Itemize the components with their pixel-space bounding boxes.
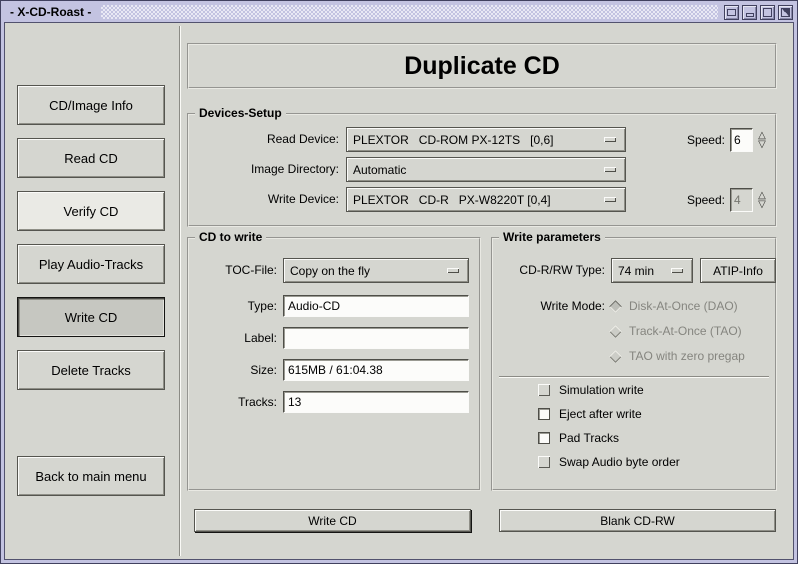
maximize-icon [763, 8, 772, 17]
write-device-value: PLEXTOR CD-R PX-W8220T [0,4] [347, 193, 551, 207]
write-device-label: Write Device: [189, 187, 339, 212]
main-content: CD/Image Info Read CD Verify CD Play Aud… [4, 22, 794, 560]
atip-info-button[interactable]: ATIP-Info [700, 258, 776, 283]
cdrw-type-value: 74 min [612, 264, 654, 278]
back-to-main-menu-button[interactable]: Back to main menu [17, 456, 165, 496]
checkbox-label: Simulation write [559, 383, 644, 397]
size-input[interactable] [283, 359, 469, 381]
sidebar-item-read-cd[interactable]: Read CD [17, 138, 165, 178]
checkbox-eject-after-write[interactable]: Eject after write [538, 407, 642, 421]
radio-label: Track-At-Once (TAO) [629, 324, 742, 338]
checkbox-simulation-write[interactable]: Simulation write [538, 383, 644, 397]
option-menu-indicator-icon [447, 268, 459, 273]
spin-down-icon[interactable]: ▽ [755, 200, 769, 209]
shade-button[interactable] [778, 5, 793, 20]
image-directory-value: Automatic [347, 163, 406, 177]
read-speed-label: Speed: [687, 133, 725, 147]
checkbox-label: Eject after write [559, 407, 642, 421]
sidebar-item-delete-tracks[interactable]: Delete Tracks [17, 350, 165, 390]
checkbox-label: Swap Audio byte order [559, 455, 680, 469]
write-speed-group: Speed: △ ▽ [687, 187, 769, 212]
cd-to-write-frame: CD to write TOC-File: Copy on the fly Ty… [187, 237, 481, 491]
radio-label: TAO with zero pregap [629, 349, 745, 363]
radio-track-at-once[interactable]: Track-At-Once (TAO) [611, 324, 742, 338]
image-directory-dropdown[interactable]: Automatic [346, 157, 626, 182]
checkbox-icon [538, 432, 550, 444]
write-mode-label: Write Mode: [493, 294, 605, 319]
size-label: Size: [189, 359, 277, 381]
option-menu-indicator-icon [604, 197, 616, 202]
cdrw-type-label: CD-R/RW Type: [493, 258, 605, 283]
checkbox-icon [538, 456, 550, 468]
read-speed-spinner: △ ▽ [755, 131, 769, 149]
image-directory-label: Image Directory: [189, 157, 339, 182]
label-input[interactable] [283, 327, 469, 349]
toc-file-label: TOC-File: [189, 258, 277, 283]
cdrw-type-dropdown[interactable]: 74 min [611, 258, 693, 283]
window-menu-button[interactable] [724, 5, 739, 20]
blank-cdrw-button[interactable]: Blank CD-RW [499, 509, 776, 532]
sidebar-separator [179, 26, 181, 556]
read-speed-input[interactable] [730, 128, 753, 152]
write-device-dropdown[interactable]: PLEXTOR CD-R PX-W8220T [0,4] [346, 187, 626, 212]
write-speed-spinner: △ ▽ [755, 191, 769, 209]
write-parameters-frame-label: Write parameters [499, 230, 605, 244]
xcdroast-window: - X-CD-Roast - CD/Image Info Read CD Ver… [0, 0, 798, 564]
devices-setup-frame: Devices-Setup Read Device: PLEXTOR CD-RO… [187, 113, 777, 227]
window-title: - X-CD-Roast - [4, 5, 101, 19]
sidebar-item-verify-cd[interactable]: Verify CD [17, 191, 165, 231]
write-cd-button[interactable]: Write CD [194, 509, 471, 532]
read-device-value: PLEXTOR CD-ROM PX-12TS [0,6] [347, 133, 554, 147]
cd-to-write-frame-label: CD to write [195, 230, 266, 244]
write-parameters-separator [499, 376, 769, 378]
option-menu-indicator-icon [604, 137, 616, 142]
radio-tao-zero-pregap[interactable]: TAO with zero pregap [611, 349, 745, 363]
write-speed-label: Speed: [687, 193, 725, 207]
option-menu-indicator-icon [671, 268, 683, 273]
sidebar-item-cd-image-info[interactable]: CD/Image Info [17, 85, 165, 125]
option-menu-indicator-icon [604, 167, 616, 172]
read-device-label: Read Device: [189, 127, 339, 152]
devices-setup-frame-label: Devices-Setup [195, 106, 286, 120]
window-menu-icon [727, 9, 736, 16]
minimize-icon [746, 13, 754, 17]
read-speed-group: Speed: △ ▽ [687, 127, 769, 152]
write-speed-input [730, 188, 753, 212]
checkbox-swap-audio-byte-order[interactable]: Swap Audio byte order [538, 455, 680, 469]
spin-down-icon[interactable]: ▽ [755, 140, 769, 149]
radio-diamond-icon [609, 350, 622, 363]
radio-label: Disk-At-Once (DAO) [629, 299, 738, 313]
window-controls [724, 5, 793, 20]
page-title-frame: Duplicate CD [187, 43, 777, 89]
label-label: Label: [189, 327, 277, 349]
sidebar-item-play-audio-tracks[interactable]: Play Audio-Tracks [17, 244, 165, 284]
radio-disk-at-once[interactable]: Disk-At-Once (DAO) [611, 299, 738, 313]
sidebar-item-write-cd[interactable]: Write CD [17, 297, 165, 337]
type-input[interactable] [283, 295, 469, 317]
write-parameters-frame: Write parameters CD-R/RW Type: 74 min AT… [491, 237, 777, 491]
maximize-button[interactable] [760, 5, 775, 20]
radio-diamond-icon [609, 325, 622, 338]
minimize-button[interactable] [742, 5, 757, 20]
shade-icon [781, 8, 790, 17]
radio-diamond-icon [609, 300, 622, 313]
checkbox-icon [538, 408, 550, 420]
toc-file-dropdown[interactable]: Copy on the fly [283, 258, 469, 283]
checkbox-pad-tracks[interactable]: Pad Tracks [538, 431, 619, 445]
tracks-label: Tracks: [189, 391, 277, 413]
checkbox-label: Pad Tracks [559, 431, 619, 445]
page-title: Duplicate CD [404, 52, 560, 81]
titlebar-pattern[interactable] [101, 5, 718, 19]
type-label: Type: [189, 295, 277, 317]
titlebar[interactable]: - X-CD-Roast - [4, 3, 794, 21]
toc-file-value: Copy on the fly [284, 264, 370, 278]
checkbox-icon [538, 384, 550, 396]
tracks-input[interactable] [283, 391, 469, 413]
read-device-dropdown[interactable]: PLEXTOR CD-ROM PX-12TS [0,6] [346, 127, 626, 152]
